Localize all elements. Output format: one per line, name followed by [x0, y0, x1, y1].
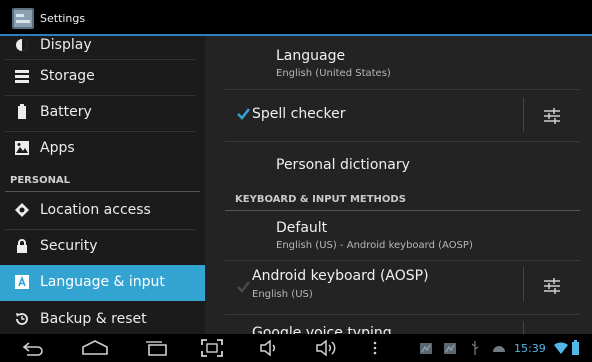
notification-icon[interactable] [420, 343, 432, 354]
display-icon [16, 39, 28, 51]
usb-icon [471, 341, 479, 355]
personal-dictionary-row[interactable]: Personal dictionary [205, 142, 592, 190]
android-keyboard-summary: English (US) [252, 289, 313, 300]
section-divider [5, 191, 200, 192]
language-title: Language [276, 48, 346, 64]
android-keyboard-checkbox[interactable] [236, 280, 250, 294]
back-icon[interactable] [20, 338, 46, 358]
sidebar-item-apps[interactable]: Apps [0, 131, 205, 167]
lock-icon [17, 239, 27, 253]
personal-dictionary-title: Personal dictionary [276, 157, 410, 173]
settings-content: Language English (United States) Spell c… [205, 36, 592, 334]
default-row[interactable]: Default English (US) - Android keyboard … [205, 212, 592, 259]
clock: 15:39 [514, 342, 546, 355]
battery-status-icon [572, 340, 579, 355]
section-divider [225, 210, 580, 211]
vertical-separator [523, 267, 524, 301]
settings-sidebar: Display Storage Battery Apps PERSONAL Lo… [0, 36, 205, 334]
vertical-separator [523, 98, 524, 132]
wifi-icon [554, 342, 568, 354]
title-bar: Settings [0, 0, 592, 36]
default-summary: English (US) - Android keyboard (AOSP) [276, 240, 473, 251]
language-icon [15, 275, 29, 289]
google-voice-row[interactable]: Google voice typing [205, 315, 592, 334]
sidebar-item-label: Security [40, 238, 98, 254]
menu-icon[interactable] [370, 338, 380, 358]
sidebar-item-label: Display [40, 37, 92, 53]
sidebar-item-label: Backup & reset [40, 311, 147, 327]
recent-apps-icon[interactable] [142, 338, 170, 358]
language-summary: English (United States) [276, 68, 391, 79]
section-header-personal: PERSONAL [10, 175, 71, 186]
window-title: Settings [40, 12, 86, 25]
sidebar-item-location[interactable]: Location access [0, 193, 205, 229]
google-voice-title: Google voice typing [252, 325, 392, 334]
volume-up-icon[interactable] [314, 338, 340, 358]
sidebar-item-security[interactable]: Security [0, 229, 205, 265]
apps-icon [15, 141, 29, 155]
backup-icon [16, 313, 28, 325]
volume-down-icon[interactable] [258, 338, 280, 358]
storage-icon [15, 70, 29, 83]
android-keyboard-title: Android keyboard (AOSP) [252, 268, 429, 284]
spell-checker-checkbox[interactable] [236, 107, 250, 121]
home-icon[interactable] [80, 338, 110, 358]
sidebar-item-label: Apps [40, 140, 75, 156]
usb-debug-icon [493, 346, 505, 352]
spell-checker-row[interactable]: Spell checker [205, 90, 523, 140]
location-icon [15, 203, 29, 217]
screenshot-icon[interactable] [200, 338, 224, 358]
notification-icon[interactable] [444, 343, 456, 354]
spell-checker-settings-icon[interactable] [542, 106, 562, 126]
sidebar-item-language-input[interactable]: Language & input [0, 265, 205, 301]
android-keyboard-settings-icon[interactable] [542, 276, 562, 296]
sidebar-item-backup-reset[interactable]: Backup & reset [0, 302, 205, 334]
sidebar-item-label: Language & input [40, 274, 165, 290]
settings-app-icon[interactable] [12, 8, 34, 29]
sidebar-item-label: Storage [40, 68, 95, 84]
sidebar-item-battery[interactable]: Battery [0, 95, 205, 131]
language-row[interactable]: Language English (United States) [205, 36, 592, 88]
section-header-keyboard: KEYBOARD & INPUT METHODS [235, 194, 406, 205]
sidebar-item-label: Battery [40, 104, 92, 120]
sidebar-item-label: Location access [40, 202, 151, 218]
navigation-bar: 15:39 [0, 334, 592, 362]
spell-checker-title: Spell checker [252, 106, 346, 122]
android-keyboard-row[interactable]: Android keyboard (AOSP) English (US) [205, 261, 523, 311]
vertical-separator [523, 321, 524, 334]
battery-icon [18, 104, 26, 119]
sidebar-item-storage[interactable]: Storage [0, 59, 205, 95]
default-title: Default [276, 220, 328, 236]
